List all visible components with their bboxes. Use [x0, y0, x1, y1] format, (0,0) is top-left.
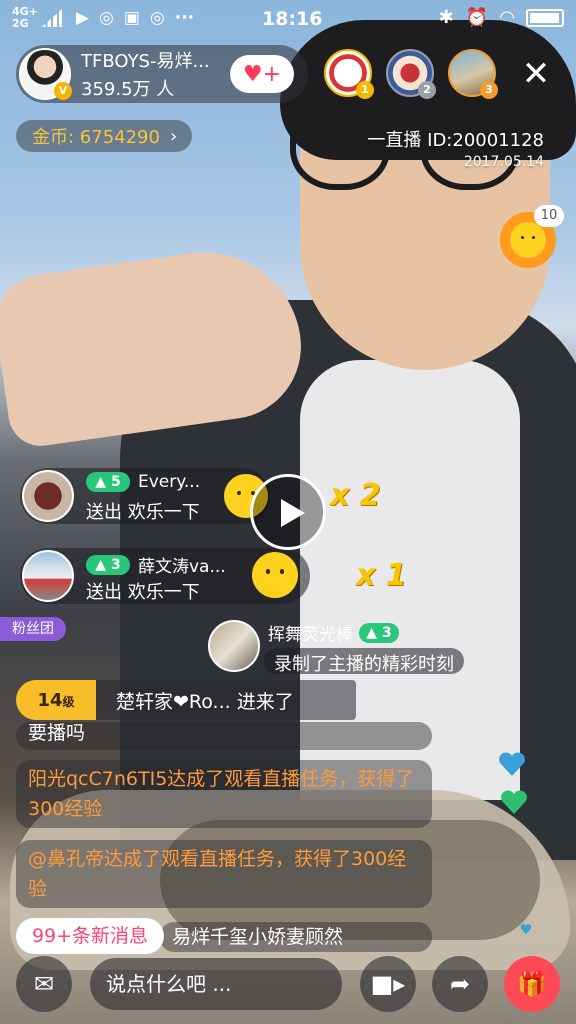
close-icon: ✕	[521, 54, 551, 94]
message-button[interactable]: ✉	[16, 956, 72, 1012]
user-level-badge: ▲ 3	[359, 622, 399, 643]
user-level-badge: ▲ 5	[86, 472, 130, 492]
more-notifications-icon: ···	[174, 8, 195, 28]
user-level-badge: 14级	[37, 689, 75, 711]
comment-input[interactable]: 说点什么吧 ...	[90, 958, 342, 1010]
user-level-badge: ▲ 3	[86, 554, 130, 575]
verified-badge-icon: V	[54, 82, 72, 100]
video-camera-icon: ■▸	[370, 970, 406, 998]
rank-badge: 2	[418, 81, 436, 99]
coin-balance-label: 金币: 6754290	[32, 127, 160, 148]
user-avatar[interactable]	[208, 620, 260, 672]
gift-event: ▲ 3 薛文涛va... 送出 欢乐一下	[20, 548, 310, 604]
close-button[interactable]: ✕	[518, 56, 554, 92]
wifi-icon: ◠	[500, 7, 514, 28]
gift-multiplier: x 1	[356, 558, 407, 593]
battery-icon	[526, 8, 564, 27]
app-notification-icon: ◎	[98, 8, 114, 28]
top-viewer-2[interactable]: 2	[386, 49, 436, 99]
follow-button[interactable]: ♥+	[230, 55, 294, 93]
message-icon: ✉	[33, 970, 55, 998]
gift-message: 送出 欢乐一下	[86, 502, 200, 523]
bluetooth-icon: ✱	[438, 7, 454, 28]
fan-club-badge[interactable]: 粉丝团	[0, 617, 66, 641]
top-viewer-1[interactable]: 1	[324, 49, 374, 99]
floating-heart-icon	[520, 924, 532, 934]
chevron-right-icon: ›	[169, 125, 178, 147]
rank-badge: 3	[480, 81, 498, 99]
gift-message: 送出 欢乐一下	[86, 582, 200, 603]
host-info[interactable]: V TFBOYS-易烊... 359.5万 人 ♥+	[16, 45, 308, 103]
heart-plus-icon: ♥+	[242, 61, 282, 87]
smiley-gift-icon	[252, 552, 298, 598]
video-notification-icon: ▶	[75, 8, 89, 28]
record-message: 录制了主播的精彩时刻	[264, 648, 464, 675]
chat-message: @鼻孔帝达成了观看直播任务，获得了300经验	[16, 840, 432, 908]
record-event: 挥舞荧光棒 ▲ 3 录制了主播的精彩时刻	[208, 618, 488, 676]
status-bar: 4G+ 2G ▶ ◎ ▣ ◎ ··· 18:16 ✱ ⏰ ◠	[0, 0, 576, 36]
live-date: 2017.05.14	[463, 154, 544, 170]
clock: 18:16	[262, 8, 323, 30]
gift-multiplier: x 2	[330, 478, 381, 513]
floating-gift-button[interactable]: 10	[500, 205, 564, 268]
signal-icon	[41, 9, 62, 27]
record-video-button[interactable]: ■▸	[360, 956, 416, 1012]
gift-count-badge: 10	[534, 205, 564, 227]
gift-event: ▲ 5 Every... 送出 欢乐一下	[20, 468, 270, 524]
host-name: TFBOYS-易烊...	[81, 51, 210, 72]
gift-icon: 🎁	[517, 970, 547, 998]
host-viewer-count: 359.5万 人	[81, 79, 175, 100]
live-room-id: 一直播 ID:20001128	[367, 130, 544, 151]
chat-message: 要播吗	[16, 722, 432, 750]
share-icon: ➦	[449, 970, 471, 998]
floating-heart-icon	[501, 790, 527, 814]
alarm-icon: ⏰	[465, 7, 489, 28]
smiley-gift-icon	[510, 222, 546, 258]
gift-sender-name: 薛文涛va...	[138, 557, 226, 577]
gift-sender-name: Every...	[138, 472, 201, 492]
gift-button[interactable]: 🎁	[504, 956, 560, 1012]
app-notification-icon-2: ◎	[149, 8, 165, 28]
network-label: 4G+ 2G	[12, 5, 38, 30]
top-viewer-3[interactable]: 3	[448, 49, 498, 99]
share-button[interactable]: ➦	[432, 956, 488, 1012]
floating-heart-icon	[499, 752, 525, 776]
coin-balance[interactable]: 金币: 6754290 ›	[16, 120, 192, 152]
enter-message: 楚轩家❤Ro... 进来了	[116, 690, 294, 713]
image-notification-icon: ▣	[123, 8, 140, 28]
user-entered-banner: 14级 楚轩家❤Ro... 进来了	[16, 680, 356, 720]
rank-badge: 1	[356, 81, 374, 99]
play-button[interactable]	[250, 474, 326, 550]
chat-message: 阳光qcC7n6TI5达成了观看直播任务，获得了300经验	[16, 760, 432, 828]
chat-message: 易烊千玺小娇妻顾然	[160, 922, 432, 952]
user-avatar[interactable]	[22, 550, 74, 602]
host-avatar[interactable]: V	[19, 48, 72, 100]
user-avatar[interactable]	[22, 470, 74, 522]
record-user-name: 挥舞荧光棒	[268, 625, 353, 645]
new-messages-button[interactable]: 99+条新消息	[16, 918, 164, 954]
